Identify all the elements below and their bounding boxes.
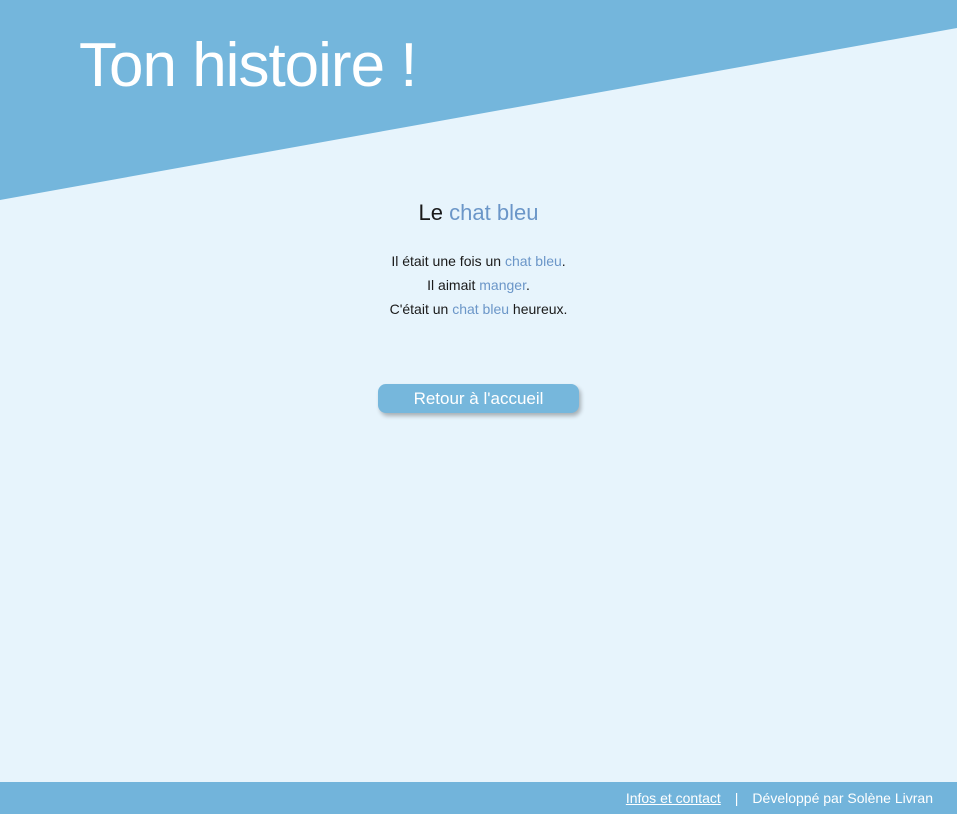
story-text: . (561, 253, 566, 269)
story-text: . (525, 277, 530, 293)
page-title: Ton histoire ! (79, 31, 418, 100)
story-text: Il aimait (427, 277, 480, 293)
contact-link[interactable]: Infos et contact (626, 790, 721, 806)
home-button[interactable]: Retour à l'accueil (378, 384, 579, 413)
story-keyword: chat bleu (504, 253, 562, 269)
story-text: C'était un (389, 301, 453, 317)
story-text: heureux. (509, 301, 568, 317)
story-body: Il était une fois un chat bleu. Il aimai… (0, 249, 957, 321)
story-title-prefix: Le (418, 200, 450, 225)
story-keyword: chat bleu (452, 301, 510, 317)
story-text: Il était une fois un (391, 253, 505, 269)
footer-credit: Développé par Solène Livran (752, 790, 933, 806)
story-line: C'était un chat bleu heureux. (0, 297, 957, 321)
footer-separator: | (734, 790, 739, 806)
story-line: Il était une fois un chat bleu. (0, 249, 957, 273)
story-keyword: manger (479, 277, 526, 293)
story-line: Il aimait manger. (0, 273, 957, 297)
footer-content: Infos et contact | Développé par Solène Li… (626, 782, 933, 814)
footer: Infos et contact | Développé par Solène Li… (0, 782, 957, 814)
story-title: Le chat bleu (0, 198, 957, 228)
story-title-highlight: chat bleu (449, 200, 539, 225)
